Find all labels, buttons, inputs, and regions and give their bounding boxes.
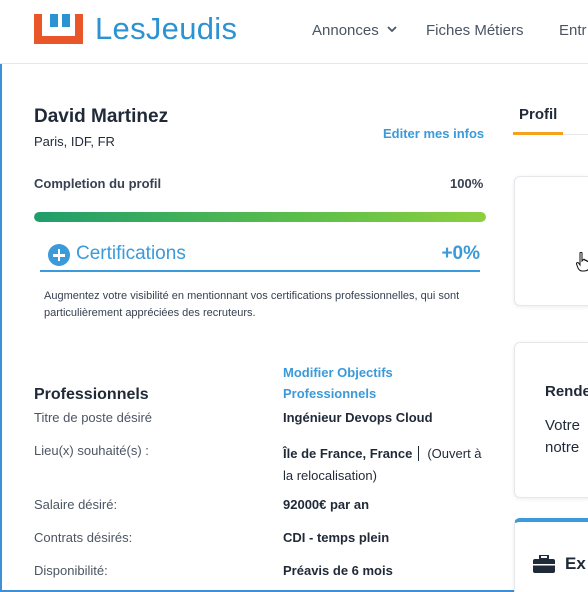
location-label: Lieu(x) souhaité(s) : bbox=[34, 443, 149, 458]
completion-progress-bar bbox=[34, 212, 486, 222]
sidebar-card-2-title: Rende bbox=[545, 383, 588, 400]
site-header: LesJeudis Annonces Fiches Métiers Entr bbox=[0, 0, 588, 64]
nav-item-fiches-metiers[interactable]: Fiches Métiers bbox=[426, 22, 524, 39]
nav-item-annonces[interactable]: Annonces bbox=[312, 22, 397, 39]
sidebar-card-2-line-2: notre bbox=[545, 439, 580, 456]
certifications-header[interactable]: Certifications +0% bbox=[40, 240, 480, 272]
completion-label: Completion du profil bbox=[34, 176, 162, 191]
job-title-value: Ingénieur Devops Cloud bbox=[283, 410, 433, 425]
certifications-description: Augmentez votre visibilité en mentionnan… bbox=[44, 290, 460, 319]
hand-cursor-icon bbox=[576, 252, 588, 272]
job-title-label: Titre de poste désiré bbox=[34, 410, 153, 425]
certifications-title: Certifications bbox=[76, 243, 186, 264]
contract-value: CDI - temps plein bbox=[283, 530, 390, 545]
logo-mark-icon bbox=[34, 14, 83, 44]
availability-label: Disponibilité: bbox=[34, 563, 108, 578]
completion-progress-fill bbox=[34, 212, 486, 222]
sidebar-card-2-line-1: Votre bbox=[545, 417, 581, 434]
brand-logo[interactable]: LesJeudis bbox=[34, 11, 238, 46]
plus-circle-icon[interactable] bbox=[48, 244, 70, 266]
sidebar-card-3: Ex bbox=[514, 518, 588, 592]
separator bbox=[418, 446, 420, 461]
profile-location: Paris, IDF, FR bbox=[34, 134, 115, 149]
nav-item-entreprises[interactable]: Entr bbox=[559, 22, 587, 39]
chevron-down-icon bbox=[387, 26, 397, 33]
sidebar-card-2: Rende Votre notre bbox=[514, 342, 588, 498]
sidebar-card-2-text: Votre notre bbox=[545, 415, 580, 459]
completion-value: 100% bbox=[450, 176, 484, 191]
brand-name: LesJeudis bbox=[95, 11, 238, 46]
certifications-gain: +0% bbox=[441, 243, 480, 264]
salary-value: 92000€ par an bbox=[283, 497, 370, 512]
sidebar-card-1[interactable] bbox=[514, 176, 588, 306]
availability-value: Préavis de 6 mois bbox=[283, 563, 393, 578]
location-value-block: Île de France, France (Ouvert à la reloca… bbox=[283, 443, 493, 487]
tab-active-indicator bbox=[513, 132, 563, 135]
edit-info-link[interactable]: Editer mes infos bbox=[383, 126, 484, 141]
briefcase-icon bbox=[533, 555, 555, 573]
profile-name: David Martinez bbox=[34, 106, 169, 127]
location-value: Île de France, France bbox=[283, 446, 413, 461]
tab-profil[interactable]: Profil bbox=[519, 106, 557, 123]
nav-item-label: Annonces bbox=[312, 22, 379, 39]
sidebar-card-3-title: Ex bbox=[565, 554, 586, 573]
salary-label: Salaire désiré: bbox=[34, 497, 118, 512]
objectives-section-title: Professionnels bbox=[34, 386, 149, 403]
contract-label: Contrats désirés: bbox=[34, 530, 133, 545]
modify-objectives-link[interactable]: Modifier Objectifs Professionnels bbox=[283, 362, 423, 404]
